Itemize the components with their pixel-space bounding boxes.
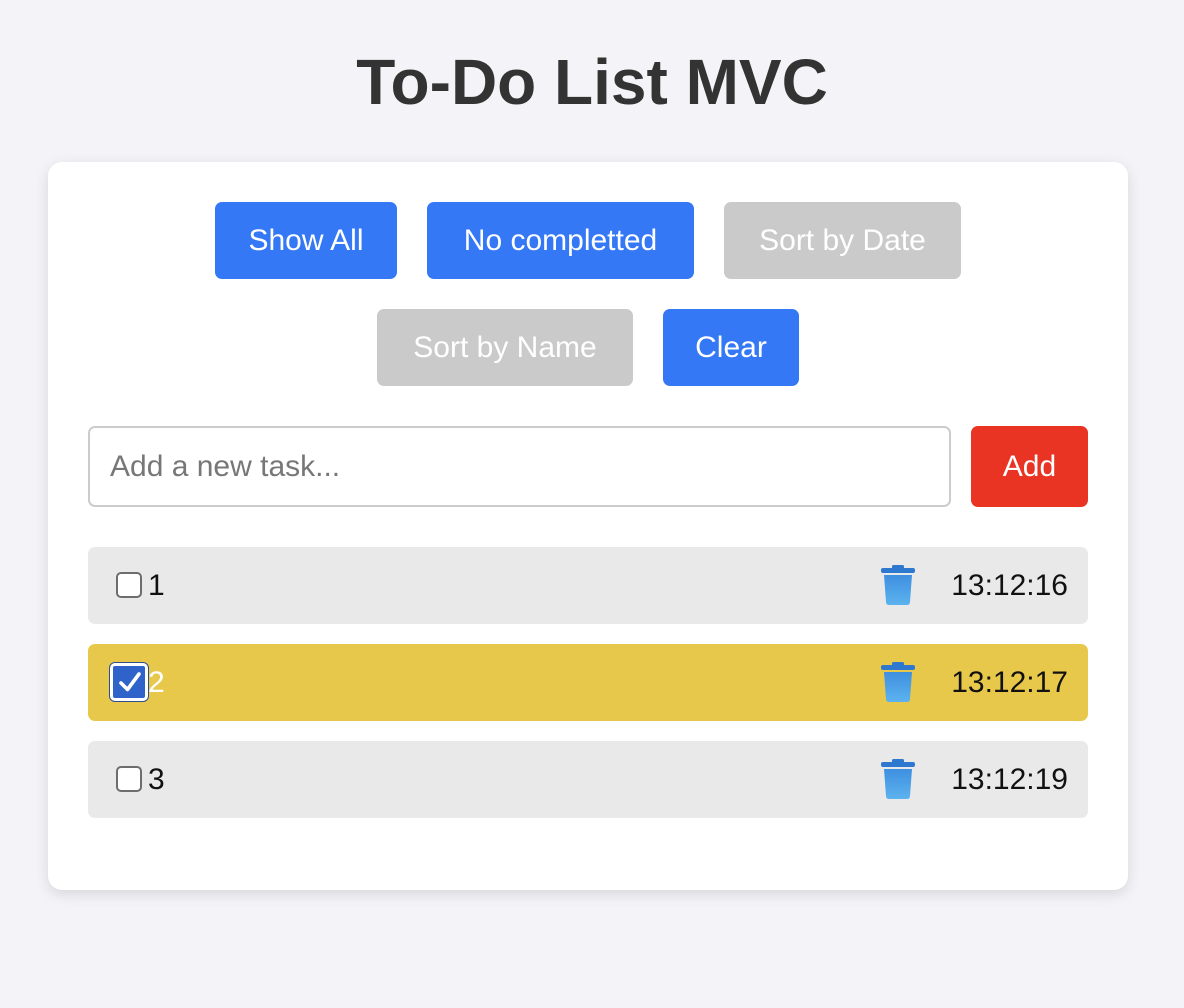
todo-checkbox[interactable]	[116, 766, 142, 792]
no-completed-button[interactable]: No completted	[427, 202, 694, 279]
new-task-input[interactable]	[88, 426, 951, 507]
todo-item: 1 13:12:16	[88, 547, 1088, 624]
todo-time: 13:12:19	[951, 763, 1068, 796]
todo-checkbox[interactable]	[116, 572, 142, 598]
todo-text: 3	[148, 763, 165, 796]
page-title: To-Do List MVC	[356, 46, 828, 118]
todo-checkbox-checked[interactable]	[110, 663, 148, 701]
todo-text: 2	[148, 666, 165, 699]
checkmark-icon	[119, 672, 141, 692]
todo-time: 13:12:16	[951, 569, 1068, 602]
sort-by-name-button[interactable]: Sort by Name	[377, 309, 633, 386]
sort-by-date-button[interactable]: Sort by Date	[724, 202, 961, 279]
trash-icon[interactable]	[880, 565, 916, 605]
clear-button[interactable]: Clear	[663, 309, 799, 386]
todo-card: Show All No completted Sort by Date Sort…	[48, 162, 1128, 890]
add-task-button[interactable]: Add	[971, 426, 1088, 507]
todo-text: 1	[148, 569, 165, 602]
show-all-button[interactable]: Show All	[215, 202, 397, 279]
todo-item-completed: 2 13:12:17	[88, 644, 1088, 721]
todo-item: 3 13:12:19	[88, 741, 1088, 818]
todo-time: 13:12:17	[951, 666, 1068, 699]
trash-icon[interactable]	[880, 759, 916, 799]
trash-icon[interactable]	[880, 662, 916, 702]
